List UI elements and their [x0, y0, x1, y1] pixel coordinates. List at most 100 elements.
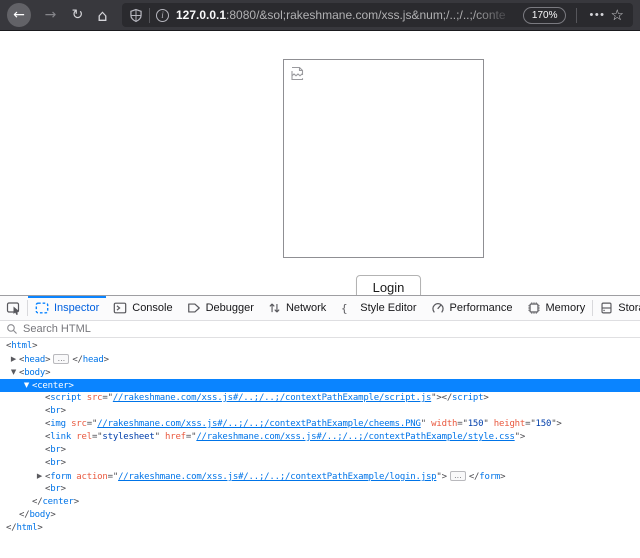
tab-style-editor[interactable]: { }Style Editor	[333, 296, 423, 320]
markup-row-br-4[interactable]: <br>	[0, 483, 640, 496]
code-segment: form	[50, 472, 71, 482]
code-segment: ="	[92, 432, 102, 442]
markup-row-script[interactable]: <script src="//rakeshmane.com/xss.js#/..…	[0, 392, 640, 405]
search-input[interactable]: Search HTML	[23, 323, 91, 335]
memory-icon	[527, 301, 541, 315]
back-button[interactable]: ←	[7, 3, 31, 27]
tab-performance[interactable]: Performance	[424, 296, 520, 320]
code-segment: >	[61, 484, 66, 494]
code-segment: </	[19, 510, 29, 520]
zoom-badge[interactable]: 170%	[523, 7, 567, 24]
code-segment: href	[160, 432, 186, 442]
reload-button[interactable]: ↻	[65, 3, 90, 28]
tracking-shield-icon[interactable]	[129, 8, 143, 23]
code-segment: >	[45, 368, 50, 378]
code-segment: head	[24, 355, 45, 365]
markup-row-html-close[interactable]: </html>	[0, 522, 640, 535]
code-segment: ">	[515, 432, 525, 442]
markup-row-center[interactable]: ▼<center>	[0, 379, 640, 392]
divider	[149, 8, 150, 23]
code-segment: body	[24, 368, 45, 378]
code-segment: >	[483, 393, 488, 403]
search-icon	[6, 323, 18, 335]
code-segment: >	[37, 523, 42, 533]
code-segment: br	[50, 484, 60, 494]
code-segment: body	[29, 510, 50, 520]
markup-row-br-2[interactable]: <br>	[0, 444, 640, 457]
code-segment: height	[489, 419, 526, 429]
expand-arrow-icon[interactable]: ▶	[34, 470, 45, 483]
tab-inspector[interactable]: Inspector	[28, 296, 106, 320]
markup-row-link[interactable]: <link rel="stylesheet" href="//rakeshman…	[0, 431, 640, 444]
url-input[interactable]: 127.0.0.1:8080/&sol;rakeshmane.com/xss.j…	[176, 8, 519, 22]
markup-row-head[interactable]: ▶<head>…</head>	[0, 353, 640, 366]
code-segment: ="	[186, 432, 196, 442]
markup-row-form[interactable]: ▶<form action="//rakeshmane.com/xss.js#/…	[0, 470, 640, 483]
url-bar[interactable]: i 127.0.0.1:8080/&sol;rakeshmane.com/xss…	[122, 3, 633, 27]
code-segment: center	[42, 497, 73, 507]
code-segment: </	[72, 355, 82, 365]
expand-arrow-icon[interactable]: ▶	[8, 353, 19, 366]
inline-expander-badge[interactable]: …	[53, 354, 69, 364]
code-segment: script	[452, 393, 483, 403]
code-segment: //rakeshmane.com/xss.js#/..;/..;/context…	[196, 432, 514, 442]
page-actions-icon[interactable]: •••	[589, 9, 605, 21]
code-segment: head	[83, 355, 104, 365]
network-icon	[268, 301, 281, 315]
code-segment: >	[500, 472, 505, 482]
code-segment: >	[69, 381, 74, 391]
code-segment: rel	[71, 432, 92, 442]
forward-button[interactable]: →	[38, 3, 63, 28]
code-segment: >	[104, 355, 109, 365]
tab-label: Console	[132, 302, 172, 314]
inline-expander-badge[interactable]: …	[450, 471, 466, 481]
code-segment: </	[469, 472, 479, 482]
console-icon	[113, 301, 127, 315]
debugger-icon	[187, 301, 201, 315]
home-button[interactable]: ⌂	[90, 3, 115, 28]
tab-label: Storage	[618, 302, 640, 314]
code-segment: src	[82, 393, 103, 403]
browser-toolbar: ← → ↻ ⌂ i 127.0.0.1:8080/&sol;rakeshmane…	[0, 0, 640, 31]
code-segment: >	[61, 458, 66, 468]
broken-image	[283, 59, 484, 258]
code-segment: "></	[431, 393, 452, 403]
code-segment: link	[50, 432, 71, 442]
info-icon[interactable]: i	[156, 9, 169, 22]
code-segment: //rakeshmane.com/xss.js#/..;/..;/context…	[118, 472, 436, 482]
markup-row-center-close[interactable]: </center>	[0, 496, 640, 509]
markup-view: <html>▶<head>…</head>▼<body>▼<center><sc…	[0, 338, 640, 535]
tab-debugger[interactable]: Debugger	[180, 296, 261, 320]
markup-row-br-1[interactable]: <br>	[0, 405, 640, 418]
tab-network[interactable]: Network	[261, 296, 333, 320]
markup-row-body[interactable]: ▼<body>	[0, 366, 640, 379]
code-segment: br	[50, 406, 60, 416]
tab-console[interactable]: Console	[106, 296, 179, 320]
svg-text:{ }: { }	[341, 302, 355, 315]
code-segment: ="	[102, 393, 112, 403]
divider	[576, 8, 577, 23]
pick-element-button[interactable]	[0, 296, 27, 320]
collapse-arrow-icon[interactable]: ▼	[21, 379, 32, 392]
markup-row-html[interactable]: <html>	[0, 340, 640, 353]
collapse-arrow-icon[interactable]: ▼	[8, 366, 19, 379]
bookmark-star-icon[interactable]: ☆	[611, 6, 624, 24]
devtools-panel: Inspector Console DebuggerNetwork{ }Style …	[0, 295, 640, 558]
code-segment: stylesheet	[102, 432, 154, 442]
code-segment: action	[71, 472, 108, 482]
code-segment: img	[50, 419, 66, 429]
code-segment: //rakeshmane.com/xss.js#/..;/..;/context…	[97, 419, 421, 429]
code-segment: ="	[87, 419, 97, 429]
tab-memory[interactable]: Memory	[520, 296, 593, 320]
login-button[interactable]: Login	[356, 275, 421, 295]
tab-storage[interactable]: Storage	[593, 296, 640, 320]
markup-row-br-3[interactable]: <br>	[0, 457, 640, 470]
search-bar[interactable]: Search HTML	[0, 321, 640, 338]
devtools-tabbar: Inspector Console DebuggerNetwork{ }Style …	[0, 296, 640, 321]
code-segment: script	[50, 393, 81, 403]
code-segment: ="	[457, 419, 467, 429]
code-segment: </	[32, 497, 42, 507]
markup-row-body-close[interactable]: </body>	[0, 509, 640, 522]
markup-row-img[interactable]: <img src="//rakeshmane.com/xss.js#/..;/.…	[0, 418, 640, 431]
performance-icon	[431, 301, 445, 315]
